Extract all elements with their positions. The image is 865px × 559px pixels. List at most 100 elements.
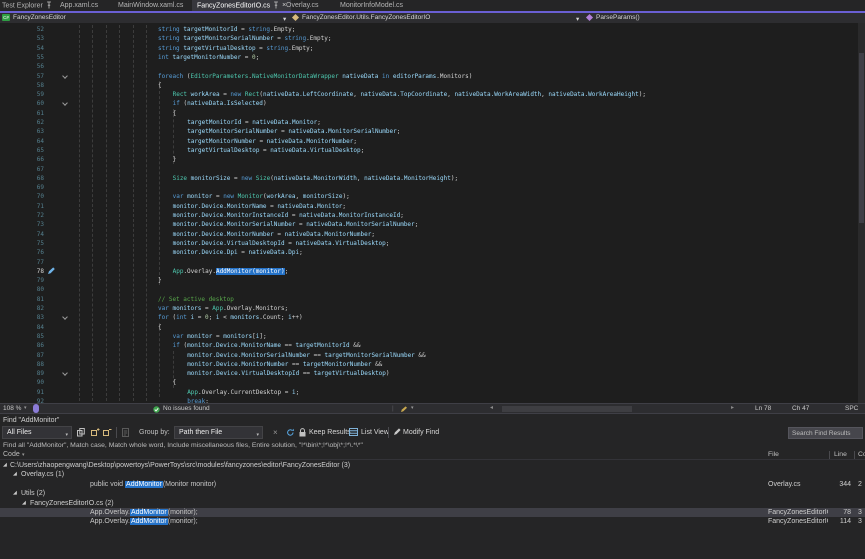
refresh-icon[interactable] [286, 426, 295, 439]
code-line[interactable]: foreach (EditorParameters.NativeMonitorD… [158, 72, 472, 81]
code-line[interactable]: monitor.Device.Dpi = nativeData.Dpi; [173, 248, 303, 257]
lock-icon[interactable] [299, 426, 306, 439]
code-token: new [241, 175, 252, 182]
fold-chevron-icon[interactable] [62, 370, 68, 376]
code-line[interactable]: if (monitor.Device.MonitorName == target… [173, 341, 361, 350]
tab-fancyzoneseditorio-cs[interactable]: FancyZonesEditorIO.cs× [192, 0, 291, 11]
chevron-down-icon[interactable]: ▾ [22, 452, 25, 458]
find-results-panel: Find "AddMonitor" All Files▾ Group by: P… [0, 413, 865, 559]
scrollbar-thumb[interactable] [859, 53, 864, 223]
code-line[interactable]: monitor.Device.MonitorSerialNumber == ta… [187, 351, 425, 360]
code-line[interactable]: var monitor = new Monitor(workArea, moni… [173, 192, 350, 201]
fold-chevron-icon[interactable] [62, 101, 68, 107]
code-line[interactable]: monitor.Device.VirtualDesktopId == targe… [187, 369, 389, 378]
scope-dropdown[interactable]: All Files▾ [2, 426, 72, 439]
code-line[interactable]: monitor.Device.MonitorSerialNumber = nat… [173, 220, 419, 229]
code-line[interactable]: targetVirtualDesktop = nativeData.Virtua… [187, 146, 364, 155]
code-token: = [259, 147, 270, 154]
project-dropdown[interactable]: C#FancyZonesEditor [2, 13, 66, 23]
tab-app-xaml-cs[interactable]: App.xaml.cs [60, 0, 98, 11]
code-line[interactable]: App.Overlay.CurrentDesktop = i; [187, 388, 299, 397]
tab-mainwindow-xaml-cs[interactable]: MainWindow.xaml.cs [118, 0, 183, 11]
code-line[interactable]: App.Overlay.AddMonitor(monitor); [173, 267, 289, 276]
code-line[interactable]: monitor.Device.MonitorNumber == targetMo… [187, 360, 382, 369]
code-line[interactable]: var monitors = App.Overlay.Monitors; [158, 304, 288, 313]
scrollbar-thumb[interactable] [502, 406, 632, 412]
group-by-dropdown[interactable]: Path then File▾ [174, 426, 263, 439]
pin-icon[interactable] [46, 0, 52, 11]
code-token: monitor [173, 221, 198, 228]
code-line[interactable]: } [173, 155, 177, 164]
code-line[interactable]: int targetMonitorNumber = 0; [158, 53, 259, 62]
expand-triangle-icon[interactable]: ◢ [13, 470, 17, 479]
column-separator[interactable] [829, 451, 830, 459]
result-group-row[interactable]: ◢C:\Users\zhaopengwang\Desktop\powertoys… [0, 461, 865, 470]
code-line[interactable]: // Set active desktop [158, 295, 234, 304]
horizontal-scrollbar[interactable] [500, 406, 728, 412]
code-line[interactable]: { [173, 109, 177, 118]
expand-triangle-icon[interactable]: ◢ [13, 489, 17, 498]
editor-vertical-scrollbar[interactable] [858, 23, 865, 403]
pencil-icon[interactable] [393, 426, 401, 439]
column-header-line[interactable]: Line [834, 451, 847, 458]
code-line[interactable]: { [158, 323, 162, 332]
expand-all-icon[interactable] [91, 426, 100, 439]
result-row[interactable]: App.Overlay.AddMonitor(monitor);FancyZon… [0, 517, 865, 526]
tab-test-explorer[interactable]: Test Explorer [2, 0, 52, 11]
fold-chevron-icon[interactable] [62, 314, 68, 320]
code-line[interactable]: string targetMonitorId = string.Empty; [158, 25, 295, 34]
member-dropdown[interactable]: ParseParams() [586, 13, 640, 23]
expand-triangle-icon[interactable]: ◢ [3, 461, 7, 470]
code-line[interactable]: targetMonitorSerialNumber = nativeData.M… [187, 127, 400, 136]
code-editor[interactable]: 52string targetMonitorId = string.Empty;… [0, 23, 858, 403]
result-row[interactable]: App.Overlay.AddMonitor(monitor);FancyZon… [0, 508, 865, 517]
scroll-right-arrow[interactable]: ▸ [731, 404, 734, 413]
code-line[interactable]: monitor.Device.MonitorNumber = nativeDat… [173, 230, 375, 239]
code-line[interactable]: } [158, 276, 162, 285]
fold-chevron-icon[interactable] [62, 73, 68, 79]
result-row[interactable]: public void AddMonitor(Monitor monitor)O… [0, 480, 865, 489]
code-line[interactable]: { [173, 378, 177, 387]
code-line[interactable]: targetMonitorNumber = nativeData.Monitor… [187, 137, 357, 146]
code-line[interactable]: if (nativeData.IsSelected) [173, 99, 267, 108]
code-line[interactable]: string targetVirtualDesktop = string.Emp… [158, 44, 313, 53]
type-dropdown[interactable]: FancyZonesEditor.Utils.FancyZonesEditorI… [292, 13, 430, 23]
code-line[interactable]: targetMonitorId = nativeData.Monitor; [187, 118, 321, 127]
copy-icon[interactable] [77, 426, 85, 439]
scroll-left-arrow[interactable]: ◂ [490, 404, 493, 413]
health-indicator-icon[interactable] [33, 404, 39, 413]
modify-find-button[interactable]: Modify Find [403, 429, 439, 436]
tab-overlay-cs[interactable]: Overlay.cs [286, 0, 319, 11]
code-line[interactable]: for (int i = 0; i < monitors.Count; i++) [158, 313, 303, 322]
pin-icon[interactable] [273, 0, 279, 11]
list-view-button[interactable]: List View [361, 429, 389, 436]
code-line[interactable]: { [158, 81, 162, 90]
column-separator[interactable] [854, 451, 855, 459]
chevron-down-icon[interactable]: ▾ [411, 404, 414, 413]
section-label[interactable]: Code [3, 451, 20, 458]
result-group-row[interactable]: ◢Overlay.cs (1) [0, 470, 865, 479]
code-line[interactable]: monitor.Device.MonitorInstanceId = nativ… [173, 211, 404, 220]
code-line[interactable]: monitor.Device.VirtualDesktopId = native… [173, 239, 390, 248]
clear-results-icon[interactable] [122, 426, 130, 439]
code-line[interactable]: string targetMonitorSerialNumber = strin… [158, 34, 331, 43]
line-number: 80 [0, 285, 44, 294]
code-line[interactable]: monitor.Device.MonitorName = nativeData.… [173, 202, 346, 211]
result-group-row[interactable]: ◢Utils (2) [0, 489, 865, 498]
code-token: .Monitors) [436, 73, 472, 80]
close-icon[interactable]: × [273, 426, 278, 439]
code-line[interactable]: Rect workArea = new Rect(nativeData.Left… [173, 90, 646, 99]
keep-results-button[interactable]: Keep Results [309, 429, 351, 436]
expand-triangle-icon[interactable]: ◢ [22, 499, 26, 508]
column-header-col[interactable]: Col [858, 451, 865, 458]
code-line[interactable]: var monitor = monitors[i]; [173, 332, 267, 341]
tab-monitorinfomodel-cs[interactable]: MonitorInfoModel.cs [340, 0, 403, 11]
search-find-results-input[interactable] [788, 427, 863, 439]
code-line[interactable]: Size monitorSize = new Size(nativeData.M… [173, 174, 458, 183]
column-header-file[interactable]: File [768, 451, 779, 458]
zoom-control[interactable]: 108 % [3, 404, 21, 413]
collapse-all-icon[interactable] [103, 426, 112, 439]
chevron-down-icon[interactable]: ▾ [24, 404, 27, 413]
list-view-icon[interactable] [349, 426, 358, 439]
result-group-row[interactable]: ◢FancyZonesEditorIO.cs (2) [0, 499, 865, 508]
